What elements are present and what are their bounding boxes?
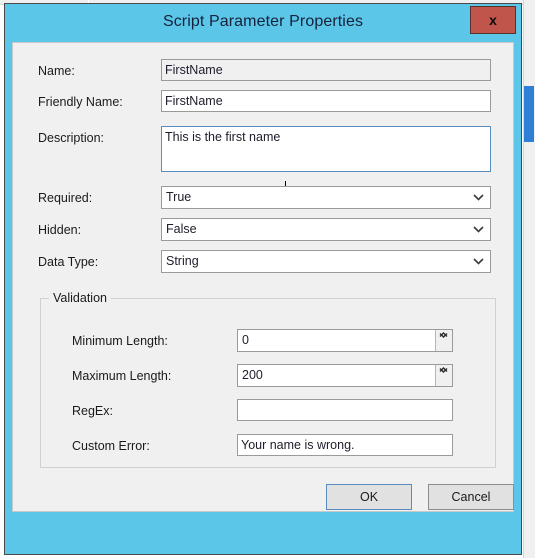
dialog-title: Script Parameter Properties — [162, 13, 364, 30]
data-type-label: Data Type: — [38, 255, 99, 269]
required-label: Required: — [38, 191, 93, 205]
validation-legend: Validation — [49, 291, 111, 305]
maximum-length-value: 200 — [242, 368, 263, 382]
maximum-length-label: Maximum Length: — [72, 369, 172, 383]
background-right-panel — [523, 0, 535, 558]
required-dropdown[interactable]: True — [161, 186, 491, 209]
background-scrollbar-thumb[interactable] — [524, 86, 534, 142]
maximum-length-stepper[interactable]: 200 — [237, 364, 453, 387]
minimum-length-value: 0 — [242, 333, 249, 347]
dialog-client-area: Name: Friendly Name: Description: Requir… — [12, 42, 514, 512]
name-input[interactable] — [161, 59, 491, 81]
regex-input[interactable] — [237, 399, 453, 421]
friendly-name-label: Friendly Name: — [38, 95, 123, 109]
close-icon[interactable]: x — [470, 6, 516, 34]
minimum-length-stepper[interactable]: 0 — [237, 329, 453, 352]
custom-error-input[interactable] — [237, 434, 453, 456]
hidden-value: False — [166, 222, 197, 236]
chevron-down-icon — [473, 257, 484, 266]
chevron-down-icon — [473, 225, 484, 234]
description-label: Description: — [38, 131, 104, 145]
cancel-button[interactable]: Cancel — [428, 484, 514, 510]
friendly-name-input[interactable] — [161, 90, 491, 112]
script-parameter-properties-dialog: Script Parameter Properties x Name: Frie… — [4, 3, 522, 555]
stepper-buttons[interactable] — [435, 365, 452, 386]
description-textarea[interactable] — [161, 126, 491, 172]
chevron-down-icon — [473, 193, 484, 202]
minimum-length-label: Minimum Length: — [72, 334, 168, 348]
ok-button[interactable]: OK — [326, 484, 412, 510]
hidden-label: Hidden: — [38, 223, 82, 237]
dialog-title-bar[interactable]: Script Parameter Properties x — [5, 4, 521, 42]
data-type-value: String — [166, 254, 199, 268]
hidden-dropdown[interactable]: False — [161, 218, 491, 241]
custom-error-label: Custom Error: — [72, 439, 150, 453]
name-label: Name: — [38, 64, 75, 78]
stepper-buttons[interactable] — [435, 330, 452, 351]
regex-label: RegEx: — [72, 404, 113, 418]
data-type-dropdown[interactable]: String — [161, 250, 491, 273]
required-value: True — [166, 190, 192, 204]
